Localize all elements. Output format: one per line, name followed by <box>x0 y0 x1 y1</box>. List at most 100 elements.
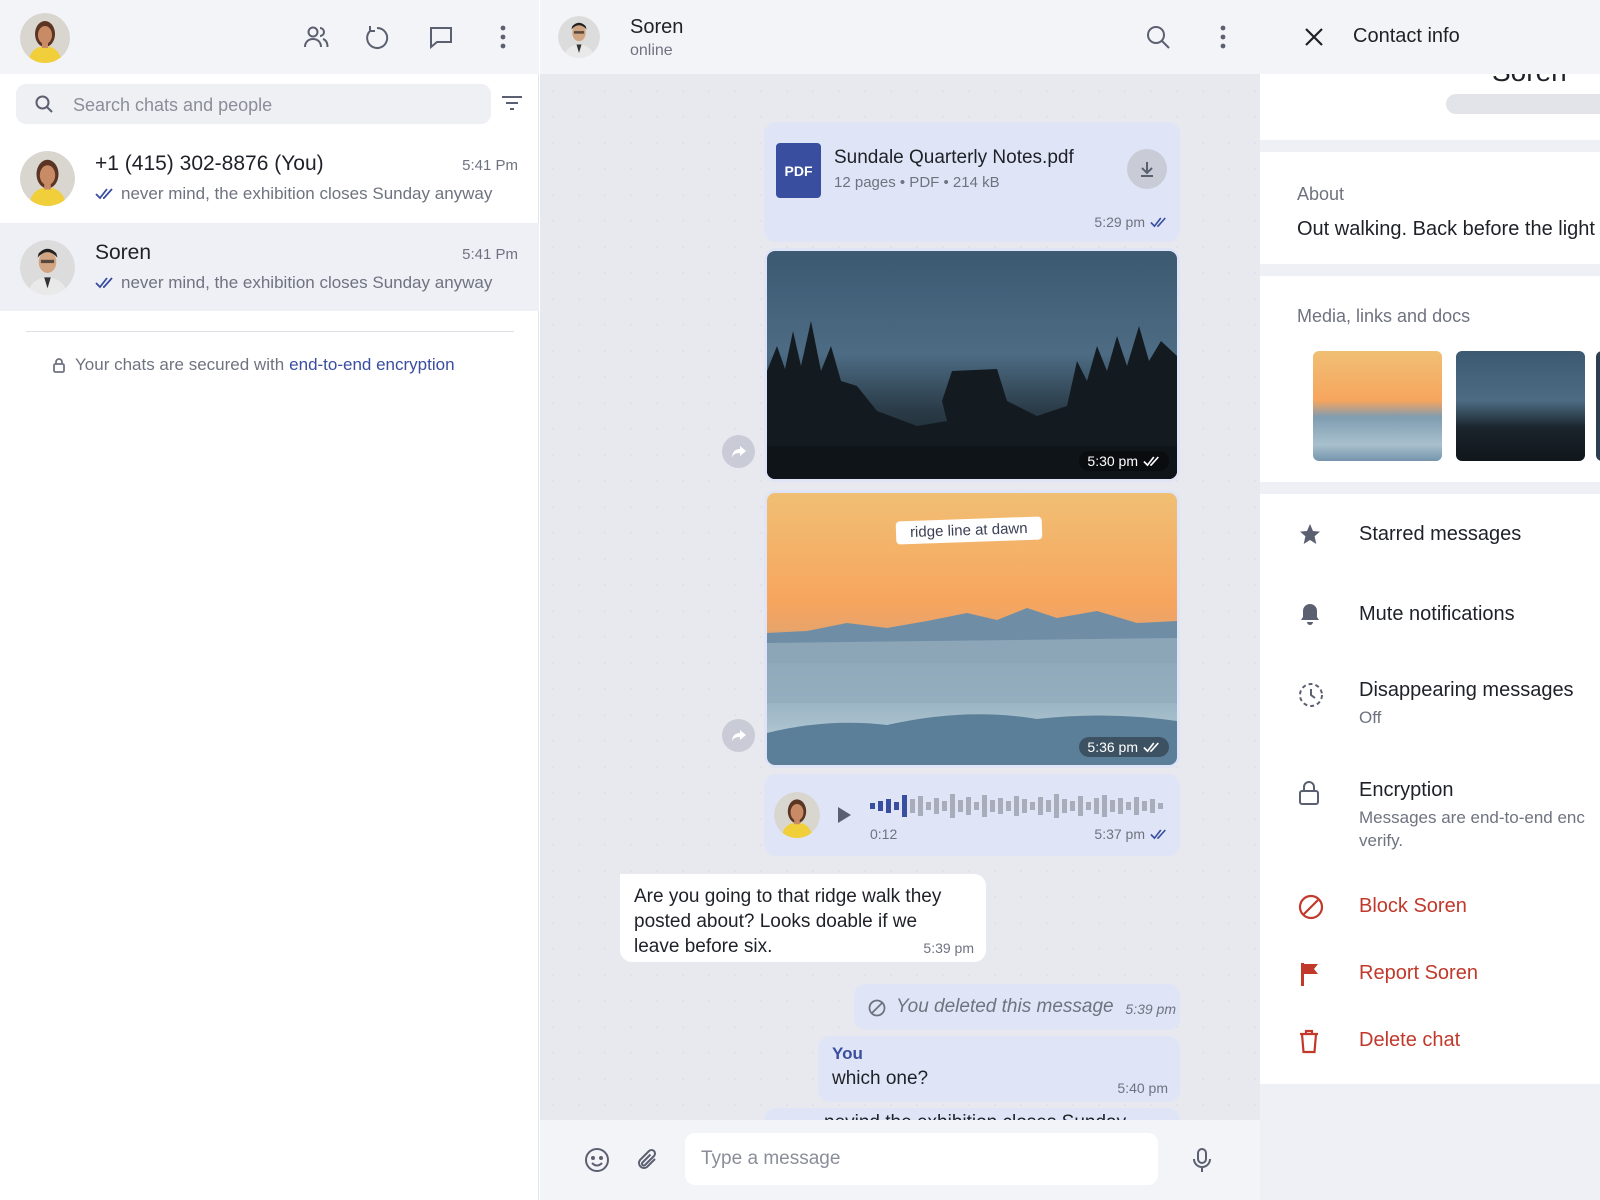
outgoing-message[interactable]: You which one? 5:40 pm <box>818 1036 1180 1102</box>
report-contact-item[interactable]: Report Soren <box>1260 947 1600 1003</box>
panel-title: Contact info <box>1353 25 1460 47</box>
image-message[interactable]: 5:30 pm <box>764 248 1180 482</box>
sender-label: You <box>832 1044 863 1063</box>
filter-icon[interactable] <box>497 88 527 118</box>
double-check-icon <box>95 188 115 200</box>
deleted-text: You deleted this message <box>896 996 1114 1017</box>
message-time: 5:39 pm <box>1125 1001 1176 1017</box>
encryption-text: Your chats are secured with <box>75 355 285 374</box>
chat-avatar <box>20 240 75 295</box>
forward-icon[interactable] <box>722 435 755 468</box>
contact-info-panel: Contact info Soren About Out walking. Ba… <box>1260 0 1600 1200</box>
starred-messages-item[interactable]: Starred messages <box>1260 508 1600 564</box>
double-check-icon <box>1150 828 1168 840</box>
message-time: 5:40 pm <box>1117 1080 1168 1096</box>
close-icon[interactable] <box>1296 19 1332 55</box>
chat-list-header <box>0 0 539 74</box>
outgoing-message-partial[interactable]: nevind the exhibition closes Sunday <box>764 1108 1180 1120</box>
attach-icon[interactable] <box>630 1142 666 1178</box>
search-input[interactable]: Search chats and people <box>16 84 491 124</box>
contacts-icon[interactable] <box>298 19 334 55</box>
pdf-badge: PDF <box>784 162 813 179</box>
double-check-icon <box>1150 216 1168 228</box>
contact-name: Soren <box>630 16 684 38</box>
phone-placeholder-bar <box>1446 94 1600 114</box>
about-text: Out walking. Back before the light <box>1297 218 1595 240</box>
lock-icon <box>1298 780 1320 806</box>
voice-waveform[interactable] <box>870 791 1170 821</box>
timer-icon <box>1298 682 1324 708</box>
media-thumbnail[interactable] <box>1596 351 1600 461</box>
microphone-icon[interactable] <box>1184 1142 1220 1178</box>
mute-notifications-item[interactable]: Mute notifications <box>1260 588 1600 644</box>
message-list[interactable]: PDF Sundale Quarterly Notes.pdf 12 pages… <box>540 74 1260 1120</box>
voice-duration: 0:12 <box>870 826 898 842</box>
contact-status: online <box>630 42 673 59</box>
lock-icon <box>52 357 66 373</box>
new-chat-icon[interactable] <box>423 19 459 55</box>
media-thumbnail[interactable] <box>1456 351 1585 461</box>
search-placeholder: Search chats and people <box>73 95 273 115</box>
encryption-item[interactable]: Encryption Messages are end-to-end enc v… <box>1260 764 1600 860</box>
actions-section: Starred messages Mute notifications Disa… <box>1260 494 1600 1084</box>
message-input[interactable]: Type a message <box>685 1133 1158 1185</box>
media-thumbnail[interactable] <box>1313 351 1442 461</box>
chat-name: +1 (415) 302-8876 (You) <box>95 152 324 175</box>
emoji-icon[interactable] <box>579 1142 615 1178</box>
block-contact-item[interactable]: Block Soren <box>1260 880 1600 936</box>
document-details: 12 pages • PDF • 214 kB <box>834 174 1000 191</box>
message-composer: Type a message <box>540 1120 1260 1200</box>
profile-section: Soren <box>1260 74 1600 140</box>
forward-icon[interactable] <box>722 719 755 752</box>
search-icon <box>34 94 54 114</box>
flag-icon <box>1298 961 1322 987</box>
contact-avatar[interactable] <box>558 16 600 58</box>
chat-list-panel: Search chats and people +1 (415) 302-887… <box>0 0 539 1200</box>
media-label[interactable]: Media, links and docs <box>1297 306 1470 327</box>
conversation-header[interactable]: Soren online <box>540 0 1260 74</box>
trash-icon <box>1298 1028 1320 1054</box>
forest-image[interactable]: 5:30 pm <box>767 251 1177 479</box>
voice-message[interactable]: 0:12 5:37 pm <box>764 774 1180 856</box>
conversation-panel: Soren online PDF Sundale Quarterly Notes… <box>540 0 1260 1200</box>
double-check-icon <box>1143 741 1161 753</box>
download-icon[interactable] <box>1127 149 1167 189</box>
delete-chat-item[interactable]: Delete chat <box>1260 1014 1600 1070</box>
disappearing-messages-item[interactable]: Disappearing messages Off <box>1260 664 1600 740</box>
chat-row-soren[interactable]: Soren 5:41 Pm never mind, the exhibition… <box>0 223 539 311</box>
about-label: About <box>1297 184 1345 204</box>
document-filename: Sundale Quarterly Notes.pdf <box>834 147 1074 168</box>
ridge-image[interactable]: ridge line at dawn 5:36 pm <box>767 493 1177 765</box>
chat-avatar <box>20 151 75 206</box>
message-input-placeholder: Type a message <box>701 1148 841 1169</box>
chat-row-self[interactable]: +1 (415) 302-8876 (You) 5:41 Pm never mi… <box>0 134 539 222</box>
status-icon[interactable] <box>360 19 396 55</box>
image-message[interactable]: ridge line at dawn 5:36 pm <box>764 490 1180 768</box>
menu-icon[interactable] <box>485 19 521 55</box>
document-message[interactable]: PDF Sundale Quarterly Notes.pdf 12 pages… <box>764 122 1180 242</box>
incoming-message[interactable]: Are you going to that ridge walk they po… <box>620 874 986 962</box>
chat-time: 5:41 Pm <box>462 246 518 263</box>
chat-time: 5:41 Pm <box>462 157 518 174</box>
pdf-icon: PDF <box>776 143 821 198</box>
message-meta: 5:36 pm <box>1079 737 1169 757</box>
encryption-note: Your chats are secured with end-to-end e… <box>52 355 455 375</box>
sender-avatar <box>774 792 820 838</box>
double-check-icon <box>95 277 115 289</box>
encryption-link[interactable]: end-to-end encryption <box>289 355 454 375</box>
deleted-message[interactable]: You deleted this message 5:39 pm <box>854 984 1180 1030</box>
message-time: 5:39 pm <box>923 940 974 956</box>
media-section: Media, links and docs <box>1260 276 1600 482</box>
message-meta: 5:29 pm <box>1094 214 1168 230</box>
search-icon[interactable] <box>1140 19 1176 55</box>
my-avatar[interactable] <box>20 13 70 63</box>
message-text: nevind the exhibition closes Sunday <box>824 1112 1126 1120</box>
play-icon[interactable] <box>836 806 852 824</box>
divider <box>26 331 514 332</box>
contact-info-header: Contact info <box>1260 0 1600 74</box>
chat-preview: never mind, the exhibition closes Sunday… <box>95 184 492 204</box>
contact-name-large: Soren <box>1492 74 1567 88</box>
block-icon <box>868 999 886 1017</box>
menu-icon[interactable] <box>1205 19 1241 55</box>
message-meta: 5:37 pm <box>1094 826 1168 842</box>
